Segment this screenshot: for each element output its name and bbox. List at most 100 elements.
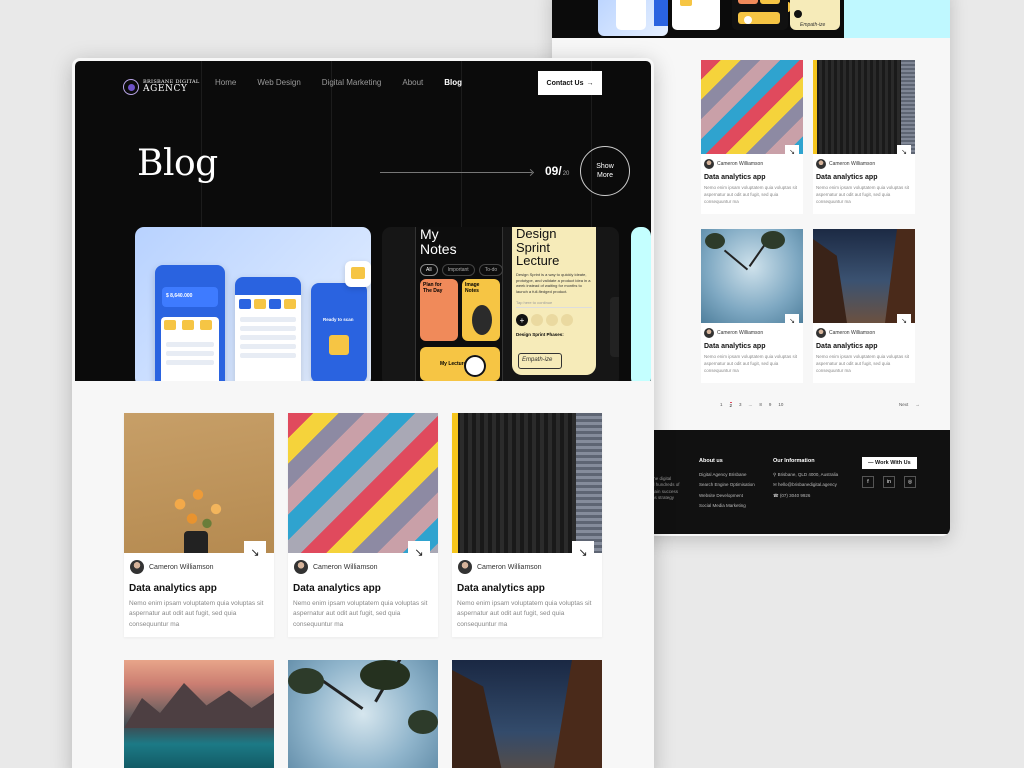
nav-web-design[interactable]: Web Design bbox=[257, 78, 300, 87]
image-icon[interactable] bbox=[531, 314, 543, 327]
note-card-lectures[interactable]: My Lectures bbox=[420, 347, 500, 381]
avatar bbox=[458, 560, 472, 574]
facebook-icon[interactable]: f bbox=[862, 476, 874, 488]
filter-pill-important[interactable]: Important bbox=[441, 264, 475, 277]
footer-email[interactable]: hello@brisbanedigital.agency bbox=[778, 482, 837, 487]
open-card-button[interactable]: ↘ bbox=[785, 145, 799, 159]
pagination: 1 2 3 ... 8 9 10 bbox=[720, 402, 783, 408]
back-card-wood[interactable]: ↘ Cameron Williamson Data analytics app … bbox=[701, 60, 803, 214]
blog-card-canyon[interactable] bbox=[452, 660, 602, 768]
author-name: Cameron Williamson bbox=[717, 330, 764, 336]
contact-us-button[interactable]: Contact Us → bbox=[538, 71, 602, 95]
card-description: Nemo enim ipsam voluptatem quia voluptas… bbox=[457, 600, 592, 628]
page-link-current[interactable]: 2 bbox=[729, 402, 733, 408]
open-card-button[interactable]: ↘ bbox=[897, 314, 911, 328]
page-link[interactable]: 9 bbox=[769, 402, 772, 408]
author-name: Cameron Williamson bbox=[829, 330, 876, 336]
card-description: Nemo enim ipsam voluptatem quia voluptas… bbox=[816, 354, 910, 374]
card-title[interactable]: Data analytics app bbox=[129, 583, 217, 594]
card-description: Nemo enim ipsam voluptatem quia voluptas… bbox=[129, 600, 264, 628]
card-title[interactable]: Data analytics app bbox=[704, 343, 765, 350]
filter-pill-all[interactable]: All bbox=[420, 264, 438, 277]
footer-about-title: About us bbox=[699, 458, 723, 464]
mockup-phone bbox=[235, 277, 301, 381]
back-card-building[interactable]: ↘ Cameron Williamson Data analytics app … bbox=[813, 60, 915, 214]
phone-icon: ☎ bbox=[773, 492, 779, 498]
card-title[interactable]: Data analytics app bbox=[704, 174, 765, 181]
nav-about[interactable]: About bbox=[402, 78, 423, 87]
line-icon: — bbox=[868, 460, 876, 466]
back-slide-phone bbox=[672, 0, 720, 30]
card-title[interactable]: Data analytics app bbox=[293, 583, 381, 594]
open-card-button[interactable]: ↘ bbox=[244, 541, 266, 563]
footer-link[interactable]: Website Development bbox=[699, 491, 755, 501]
open-card-button[interactable]: ↘ bbox=[897, 145, 911, 159]
open-card-button[interactable]: ↘ bbox=[785, 314, 799, 328]
page-link[interactable]: 1 bbox=[720, 402, 723, 408]
footer-link[interactable]: Search Engine Optimisation bbox=[699, 480, 755, 490]
hero-section: BRISBANE DIGITAL AGENCY Home Web Design … bbox=[75, 61, 651, 381]
blog-card[interactable]: ↘ Cameron Williamson Data analytics app … bbox=[452, 413, 602, 637]
front-page: BRISBANE DIGITAL AGENCY Home Web Design … bbox=[72, 58, 654, 768]
pen-icon[interactable] bbox=[546, 314, 558, 327]
card-title[interactable]: Data analytics app bbox=[816, 343, 877, 350]
slider-progress-line bbox=[380, 172, 532, 173]
footer-info: ⚲ Brisbane, QLD 4000, Australia ✉ hello@… bbox=[773, 472, 839, 498]
back-slide-design: Empath-ize bbox=[790, 0, 840, 30]
notes-title: My Notes bbox=[420, 227, 457, 257]
footer-link[interactable]: Social Media Marketing bbox=[699, 501, 755, 511]
canyon-image bbox=[813, 229, 915, 323]
card-title[interactable]: Data analytics app bbox=[816, 174, 877, 181]
author-name: Cameron Williamson bbox=[829, 161, 876, 167]
nav-digital-marketing[interactable]: Digital Marketing bbox=[322, 78, 382, 87]
author-name: Cameron Williamson bbox=[477, 563, 542, 571]
signature-sketch: Empath-ize bbox=[518, 353, 562, 369]
menu-icon[interactable] bbox=[561, 314, 573, 327]
slide-notes-app[interactable]: My Notes All Important To-do Plan for The … bbox=[382, 227, 619, 381]
instagram-icon[interactable]: ◎ bbox=[904, 476, 916, 488]
next-link[interactable]: Next → bbox=[899, 402, 920, 407]
brand-logo[interactable]: BRISBANE DIGITAL AGENCY bbox=[123, 79, 199, 95]
open-card-button[interactable]: ↘ bbox=[572, 541, 594, 563]
footer-link[interactable]: Digital Agency Brisbane bbox=[699, 470, 755, 480]
back-slide-edge bbox=[844, 0, 950, 38]
design-text: Design Sprint is a way to quickly ideate… bbox=[516, 271, 591, 294]
note-card-plan[interactable]: Plan for The Day bbox=[420, 279, 458, 341]
blog-card-palms[interactable] bbox=[288, 660, 438, 768]
back-card-palms[interactable]: ↘ Cameron Williamson Data analytics app … bbox=[701, 229, 803, 383]
card-description: Nemo enim ipsam voluptatem quia voluptas… bbox=[816, 185, 910, 205]
slide-next-preview[interactable] bbox=[631, 227, 651, 381]
notes-phone: My Notes All Important To-do Plan for The … bbox=[415, 227, 504, 381]
building-image bbox=[813, 60, 915, 154]
mail-icon: ✉ bbox=[773, 482, 777, 488]
linkedin-icon[interactable]: in bbox=[883, 476, 895, 488]
wood-image bbox=[701, 60, 803, 154]
author-name: Cameron Williamson bbox=[313, 563, 378, 571]
nav-blog[interactable]: Blog bbox=[444, 78, 462, 87]
show-more-button[interactable]: Show More bbox=[580, 146, 630, 196]
page-link[interactable]: 8 bbox=[759, 402, 762, 408]
page-link[interactable]: 3 bbox=[739, 402, 742, 408]
add-icon[interactable]: + bbox=[516, 314, 528, 327]
open-card-button[interactable]: ↘ bbox=[408, 541, 430, 563]
avatar bbox=[294, 560, 308, 574]
blog-card[interactable]: ↘ Cameron Williamson Data analytics app … bbox=[124, 413, 274, 637]
slide-banking-app[interactable]: $ 8,640.000 Ready to scan bbox=[135, 227, 371, 381]
avatar bbox=[704, 328, 714, 338]
page-link[interactable]: 10 bbox=[778, 402, 783, 408]
back-card-canyon[interactable]: ↘ Cameron Williamson Data analytics app … bbox=[813, 229, 915, 383]
flowers-image bbox=[124, 413, 274, 553]
brand-line2: AGENCY bbox=[143, 84, 188, 94]
arrow-right-icon: → bbox=[915, 402, 920, 407]
work-with-us-button[interactable]: — Work With Us bbox=[862, 457, 917, 469]
nav-home[interactable]: Home bbox=[215, 78, 236, 87]
blog-card[interactable]: ↘ Cameron Williamson Data analytics app … bbox=[288, 413, 438, 637]
main-nav: Home Web Design Digital Marketing About … bbox=[215, 78, 483, 87]
filter-pill-todo[interactable]: To-do bbox=[478, 264, 504, 277]
design-input[interactable]: Tap here to continue bbox=[516, 300, 592, 309]
card-title[interactable]: Data analytics app bbox=[457, 583, 545, 594]
avatar bbox=[704, 159, 714, 169]
page-title: Blog bbox=[137, 143, 218, 184]
note-card-image[interactable]: Image Notes bbox=[462, 279, 500, 341]
blog-card-mountains[interactable] bbox=[124, 660, 274, 768]
